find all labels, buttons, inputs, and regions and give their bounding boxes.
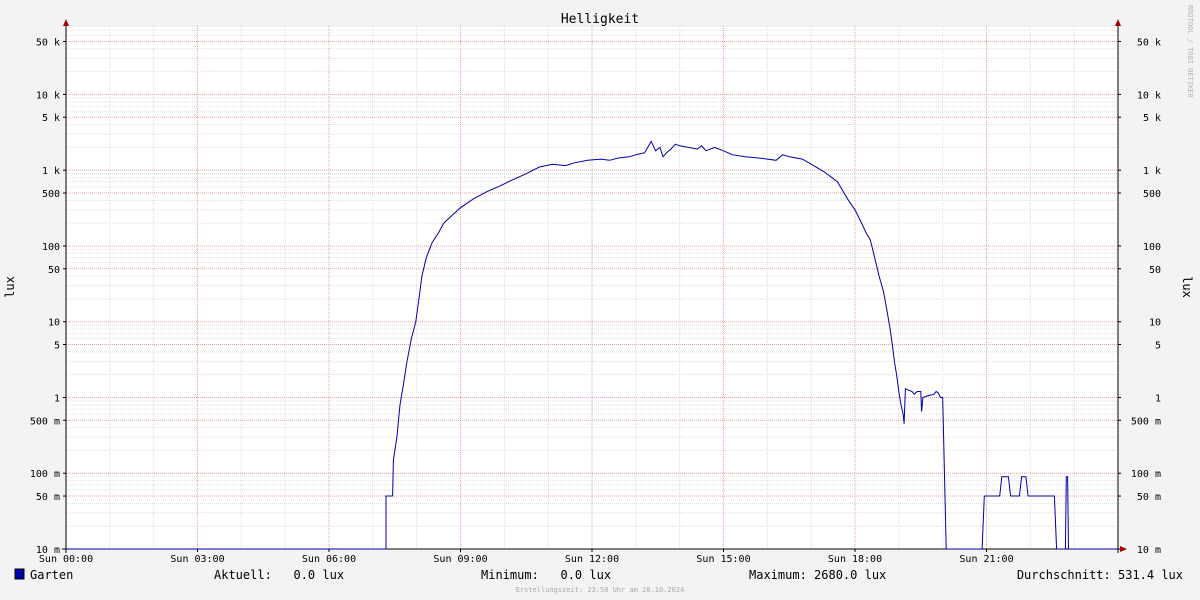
x-tick-label: Sun 12:00 [565, 554, 619, 565]
legend-series-name: Garten [30, 568, 73, 582]
graph-canvas: Sun 00:00 Sun 03:00 Sun 06:00 Sun 09:00 Sun … [0, 0, 1200, 600]
legend-current: Aktuell: 0.0 lux [214, 568, 344, 582]
y-tick-label-right: 100 [1143, 242, 1161, 253]
y-tick-label-left: 500 [42, 189, 60, 200]
x-tick-label: Sun 21:00 [959, 554, 1013, 565]
x-tick-label: Sun 06:00 [302, 554, 356, 565]
generation-timestamp: Erstellungszeit: 23:58 Uhr am 20.10.2024 [516, 586, 685, 594]
y-tick-label-right: 10 m [1137, 545, 1161, 556]
y-tick-label-left: 100 [42, 242, 60, 253]
y-tick-label-left: 50 k [36, 37, 60, 48]
y-tick-label-left: 100 m [30, 469, 60, 480]
y-tick-label-right: 5 [1155, 341, 1161, 352]
brightness-graph: Sun 00:00 Sun 03:00 Sun 06:00 Sun 09:00 Sun … [0, 0, 1200, 600]
x-tick-label: Sun 09:00 [433, 554, 487, 565]
y-tick-label-right: 10 [1149, 318, 1161, 329]
y-tick-label-left: 50 m [36, 492, 60, 503]
y-tick-label-left: 10 [48, 318, 60, 329]
x-tick-label: Sun 18:00 [828, 554, 882, 565]
y-tick-label-left: 1 k [42, 166, 60, 177]
y-tick-label-left: 5 [54, 341, 60, 352]
y-tick-label-right: 1 k [1143, 166, 1161, 177]
y-tick-label-right: 100 m [1131, 469, 1161, 480]
y-tick-label-right: 5 k [1143, 113, 1161, 124]
y-tick-label-right: 10 k [1137, 90, 1161, 101]
legend-swatch [14, 568, 25, 580]
watermark: RRDTOOL / TOBI OETIKER [1186, 5, 1194, 99]
x-tick-label: Sun 15:00 [696, 554, 750, 565]
x-tick-label: Sun 03:00 [170, 554, 224, 565]
y-tick-label-left: 10 m [36, 545, 60, 556]
legend-average: Durchschnitt: 531.4 lux [1017, 568, 1183, 582]
legend-minimum: Minimum: 0.0 lux [481, 568, 611, 582]
y-axis-label-right: lux [1180, 276, 1194, 298]
y-axis-label-left: lux [3, 276, 17, 298]
y-tick-label-left: 10 k [36, 90, 60, 101]
y-tick-label-right: 500 [1143, 189, 1161, 200]
y-tick-label-left: 1 [54, 393, 60, 404]
y-tick-label-right: 50 m [1137, 492, 1161, 503]
y-tick-label-right: 50 [1149, 265, 1161, 276]
y-tick-label-left: 5 k [42, 113, 60, 124]
y-tick-label-right: 1 [1155, 393, 1161, 404]
y-tick-label-right: 50 k [1137, 37, 1161, 48]
chart-title: Helligkeit [561, 12, 639, 27]
y-tick-label-left: 50 [48, 265, 60, 276]
legend-maximum: Maximum: 2680.0 lux [749, 568, 886, 582]
y-tick-label-left: 500 m [30, 416, 60, 427]
y-tick-label-right: 500 m [1131, 416, 1161, 427]
